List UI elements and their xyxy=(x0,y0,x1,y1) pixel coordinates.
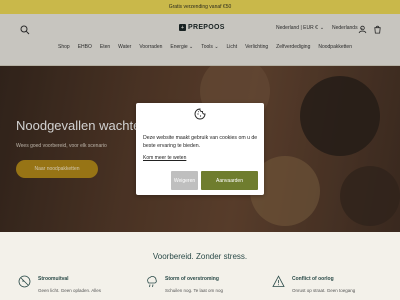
feature-subtitle: Schuilen nog. Te laat om nog xyxy=(165,288,223,293)
feature-title: Stroomuitval xyxy=(38,276,69,282)
feature-title: Conflict of oorlog xyxy=(292,276,334,282)
cookie-icon xyxy=(194,108,206,120)
storm-icon xyxy=(147,276,157,288)
feature-title: Storm of overstroming xyxy=(165,276,219,282)
cookie-learn-more-link[interactable]: Kom meer te weten xyxy=(143,155,186,161)
feature-card: Storm of overstroming Schuilen nog. Te l… xyxy=(145,272,255,300)
cookie-dialog: Deze website maakt gebruik van cookies o… xyxy=(136,103,264,195)
feature-card: Stroomuitval Geen licht. Geen opladen. A… xyxy=(18,272,128,300)
feature-card: Conflict of oorlog Onrust op straat. Gee… xyxy=(272,272,382,300)
cookie-message: Deze website maakt gebruik van cookies o… xyxy=(143,135,258,149)
alert-icon xyxy=(272,275,285,287)
announcement-text: Gratis verzending vanaf €50 xyxy=(168,4,232,10)
cookie-decline-button[interactable]: Weigeren xyxy=(171,171,198,190)
feature-subtitle: Onrust op straat. Geen toegang xyxy=(292,288,356,293)
cookie-accept-button[interactable]: Aanvaarden xyxy=(201,171,258,190)
section-title: Voorbereid. Zonder stress. xyxy=(152,252,248,261)
announcement-bar: Gratis verzending vanaf €50 xyxy=(0,0,400,14)
feature-subtitle: Geen licht. Geen opladen. Alles xyxy=(38,288,102,293)
outlet-icon xyxy=(18,275,31,288)
